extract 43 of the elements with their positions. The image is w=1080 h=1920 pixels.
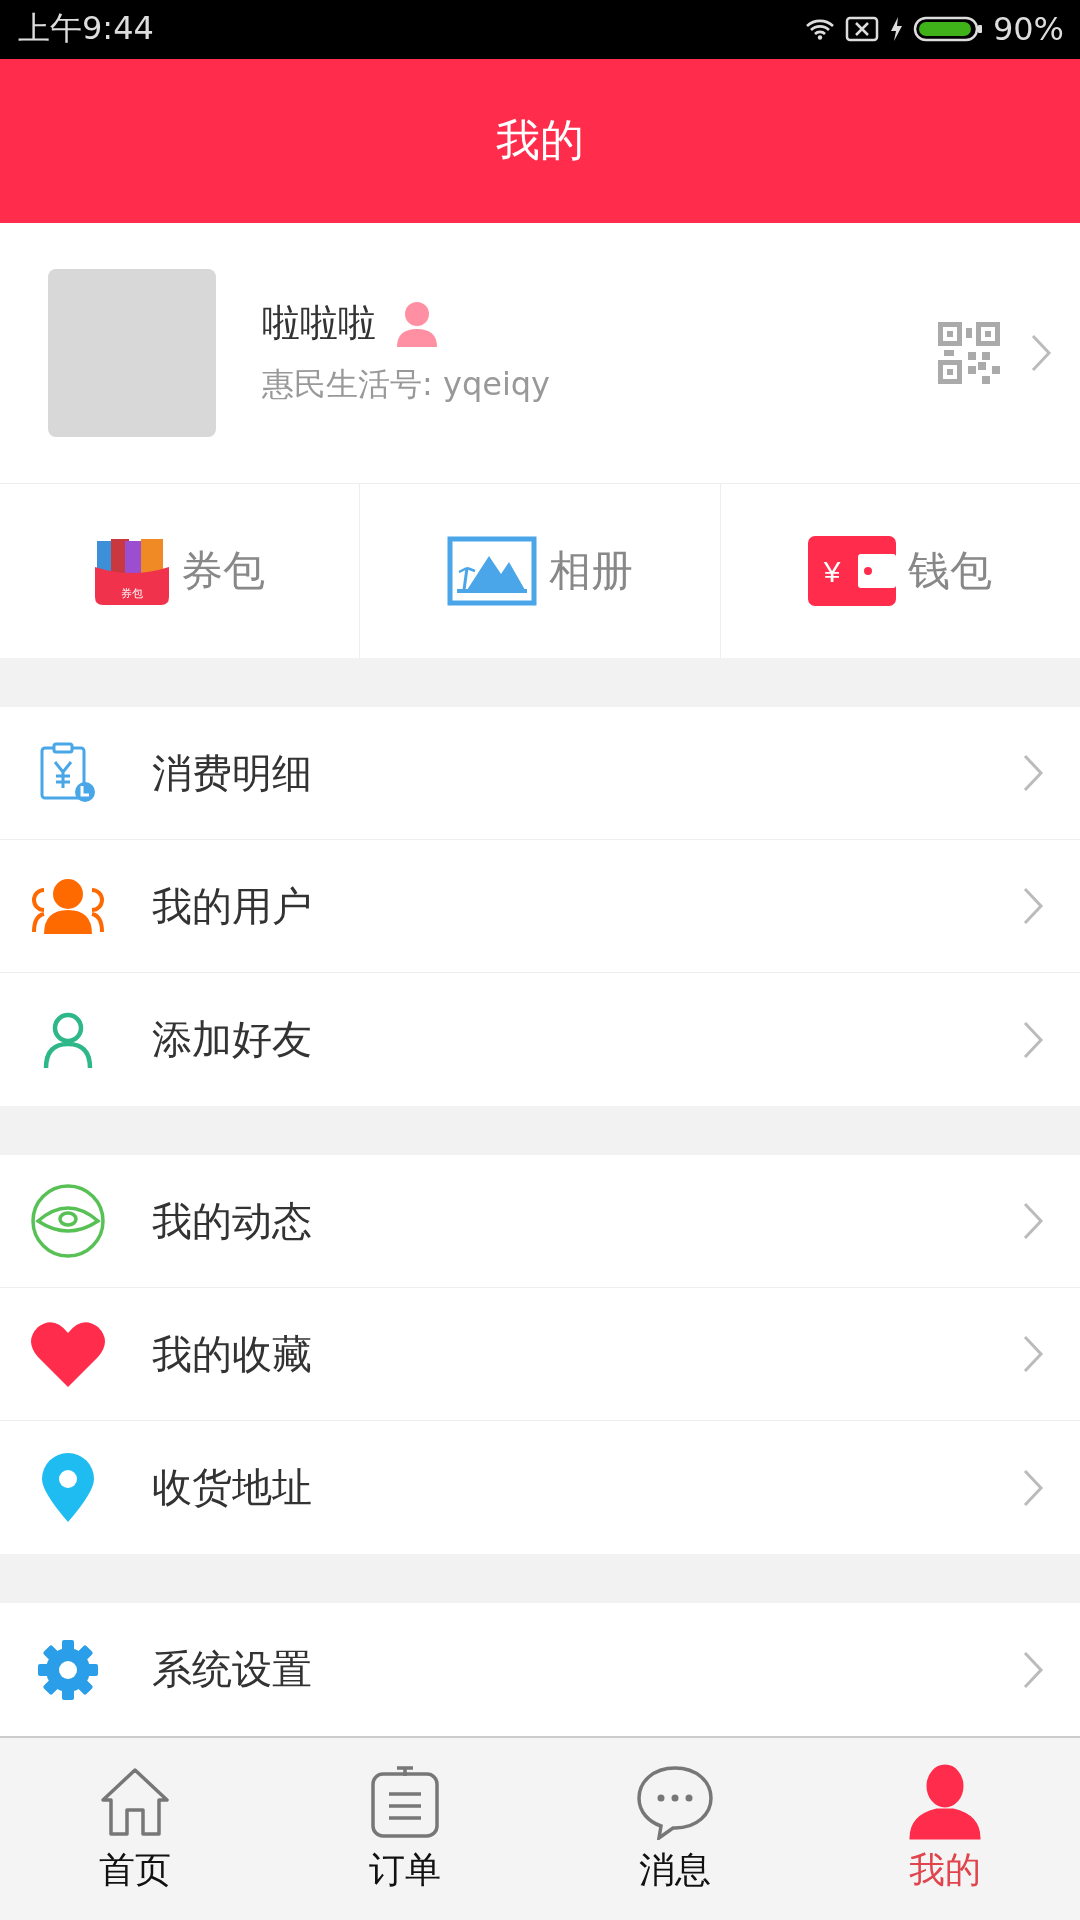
chevron-icon xyxy=(1022,1201,1044,1242)
clipboard-icon xyxy=(38,742,98,805)
quick-link[interactable]: ¥ 钱包 xyxy=(720,483,1080,659)
chevron-icon xyxy=(1022,1334,1044,1375)
quick-link[interactable]: 相册 xyxy=(360,483,721,659)
location-pin-icon xyxy=(40,1451,96,1524)
page-title: 我的 xyxy=(496,113,584,168)
chevron-icon xyxy=(1030,332,1052,373)
menu-item[interactable]: 我的收藏 xyxy=(0,1288,1080,1422)
menu-item[interactable]: 添加好友 xyxy=(0,973,1080,1107)
menu-item[interactable]: 系统设置 xyxy=(0,1603,1080,1737)
person-icon xyxy=(909,1763,981,1840)
menu-item[interactable]: 收货地址 xyxy=(0,1421,1080,1555)
chevron-icon xyxy=(1022,886,1044,927)
clipboard-icon xyxy=(369,1763,441,1840)
no-sim-icon xyxy=(844,16,879,43)
charging-icon xyxy=(888,16,903,43)
chevron-icon xyxy=(1022,753,1044,794)
tab[interactable]: 我的 xyxy=(810,1738,1080,1920)
user-name: 啦啦啦 xyxy=(262,300,376,348)
battery-percent: 90% xyxy=(992,10,1064,49)
quick-link[interactable]: 券包 券包 xyxy=(0,483,361,659)
qr-code-icon[interactable] xyxy=(938,321,1000,384)
wifi-icon xyxy=(804,18,835,41)
clock-time: 上午9:44 xyxy=(18,8,154,50)
battery-icon xyxy=(912,15,983,44)
menu-item[interactable]: 我的用户 xyxy=(0,840,1080,974)
chat-icon xyxy=(635,1763,715,1840)
settings-icon xyxy=(37,1638,99,1701)
chevron-icon xyxy=(1022,1649,1044,1690)
users-icon xyxy=(30,876,106,937)
wallet-icon: ¥ xyxy=(808,535,897,606)
account-id: 惠民生活号: yqeiqy xyxy=(262,364,552,406)
menu-item[interactable]: 消费明细 xyxy=(0,707,1080,841)
landscape-icon xyxy=(447,535,537,606)
tab[interactable]: 首页 xyxy=(0,1738,270,1920)
heart-icon xyxy=(30,1319,106,1390)
chevron-icon xyxy=(1022,1467,1044,1508)
menu-item[interactable]: 我的动态 xyxy=(0,1155,1080,1289)
chevron-icon xyxy=(1022,1019,1044,1060)
tab[interactable]: 消息 xyxy=(540,1738,810,1920)
tab[interactable]: 订单 xyxy=(270,1738,540,1920)
eye-icon xyxy=(30,1183,106,1260)
